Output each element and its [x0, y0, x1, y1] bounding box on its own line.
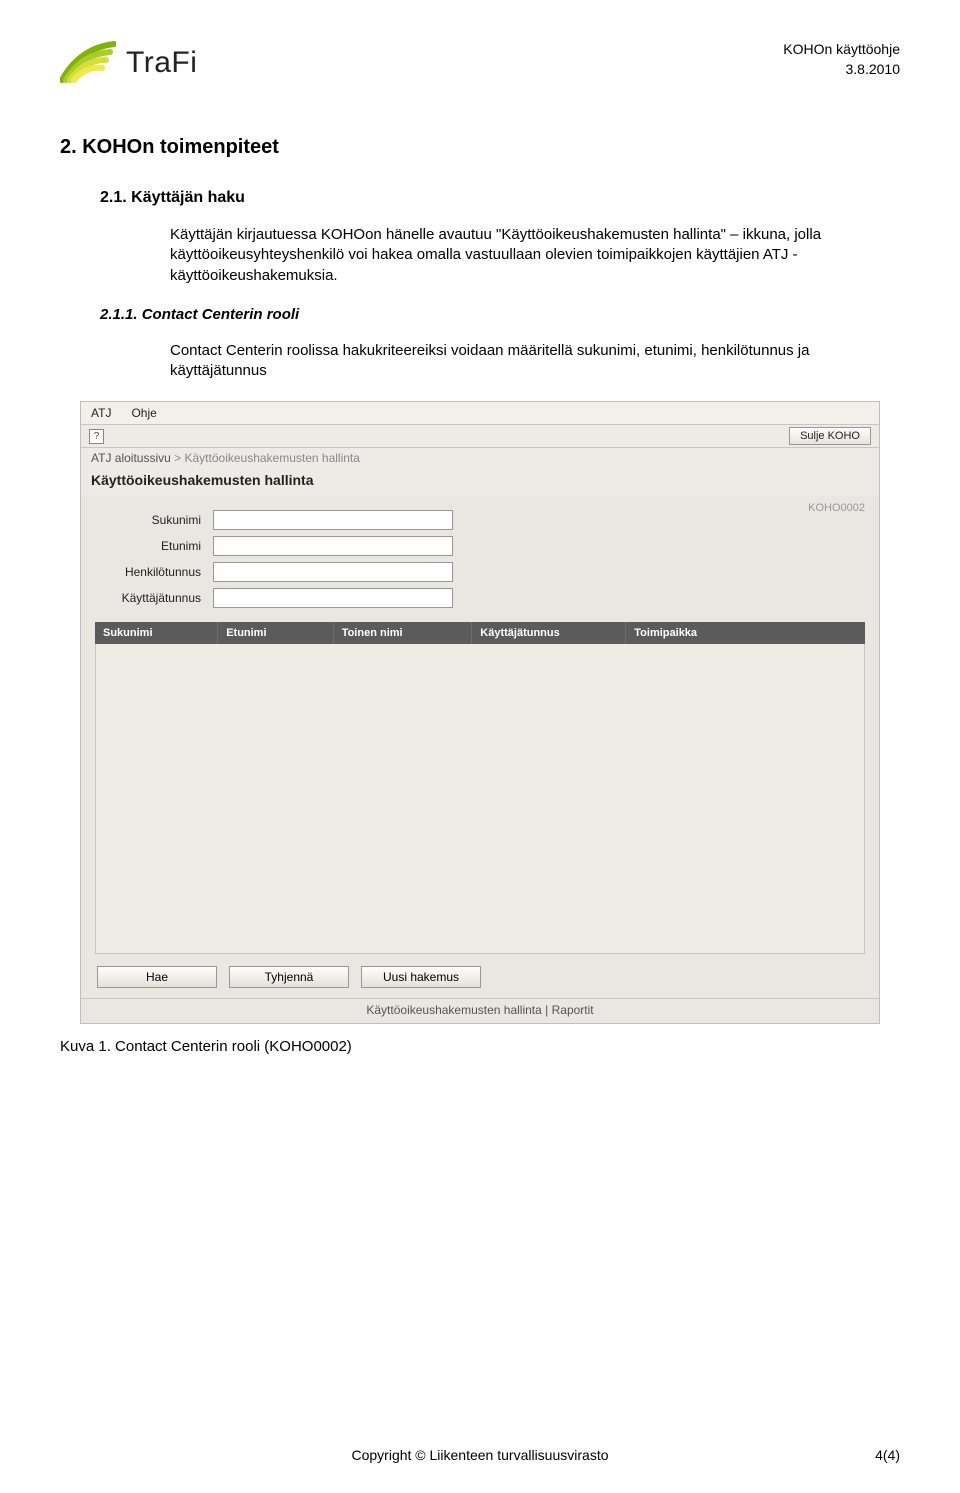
- menubar: ATJ Ohje: [81, 402, 879, 425]
- col-toimipaikka: Toimipaikka: [626, 622, 865, 644]
- paragraph-2: Contact Centerin roolissa hakukriteereik…: [170, 341, 870, 382]
- page-number: 4(4): [875, 1447, 900, 1463]
- menu-atj[interactable]: ATJ: [91, 406, 111, 420]
- col-toinen-nimi: Toinen nimi: [334, 622, 473, 644]
- help-icon[interactable]: ?: [89, 429, 104, 444]
- logo-text: TraFi: [126, 46, 197, 80]
- label-henkilotunnus: Henkilötunnus: [95, 565, 205, 579]
- menu-ohje[interactable]: Ohje: [131, 406, 156, 420]
- app-screenshot: ATJ Ohje ? Sulje KOHO ATJ aloitussivu > …: [80, 401, 880, 1024]
- results-table-header: Sukunimi Etunimi Toinen nimi Käyttäjätun…: [95, 622, 865, 644]
- col-etunimi: Etunimi: [218, 622, 334, 644]
- label-kayttajatunnus: Käyttäjätunnus: [95, 591, 205, 605]
- doc-title: KOHOn käyttöohje: [783, 40, 900, 60]
- input-etunimi[interactable]: [213, 536, 453, 556]
- label-sukunimi: Sukunimi: [95, 513, 205, 527]
- doc-date: 3.8.2010: [783, 60, 900, 80]
- trafi-logo-icon: [60, 40, 116, 86]
- close-koho-button[interactable]: Sulje KOHO: [789, 427, 871, 445]
- crumb-current: Käyttöoikeushakemusten hallinta: [185, 451, 360, 465]
- hae-button[interactable]: Hae: [97, 966, 217, 988]
- uusi-hakemus-button[interactable]: Uusi hakemus: [361, 966, 481, 988]
- page-title: Käyttöoikeushakemusten hallinta: [81, 468, 879, 496]
- input-sukunimi[interactable]: [213, 510, 453, 530]
- col-kayttajatunnus: Käyttäjätunnus: [472, 622, 626, 644]
- page-id: KOHO0002: [808, 502, 865, 514]
- heading-3: 2.1. Käyttäjän haku: [100, 189, 900, 207]
- logo: TraFi: [60, 40, 197, 86]
- bottom-links[interactable]: Käyttöoikeushakemusten hallinta | Raport…: [81, 998, 879, 1023]
- doc-meta: KOHOn käyttöohje 3.8.2010: [783, 40, 900, 79]
- footer-copyright: Copyright © Liikenteen turvallisuusviras…: [0, 1447, 960, 1463]
- heading-2: 2. KOHOn toimenpiteet: [60, 136, 900, 159]
- input-kayttajatunnus[interactable]: [213, 588, 453, 608]
- figure-caption: Kuva 1. Contact Centerin rooli (KOHO0002…: [60, 1038, 900, 1055]
- heading-4: 2.1.1. Contact Centerin rooli: [100, 306, 900, 323]
- input-henkilotunnus[interactable]: [213, 562, 453, 582]
- col-sukunimi: Sukunimi: [95, 622, 218, 644]
- crumb-home[interactable]: ATJ aloitussivu: [91, 451, 171, 465]
- paragraph-1: Käyttäjän kirjautuessa KOHOon hänelle av…: [170, 225, 870, 286]
- crumb-sep: >: [171, 451, 185, 465]
- label-etunimi: Etunimi: [95, 539, 205, 553]
- breadcrumb: ATJ aloitussivu > Käyttöoikeushakemusten…: [81, 448, 879, 468]
- tyhjenna-button[interactable]: Tyhjennä: [229, 966, 349, 988]
- results-table-body: [95, 644, 865, 954]
